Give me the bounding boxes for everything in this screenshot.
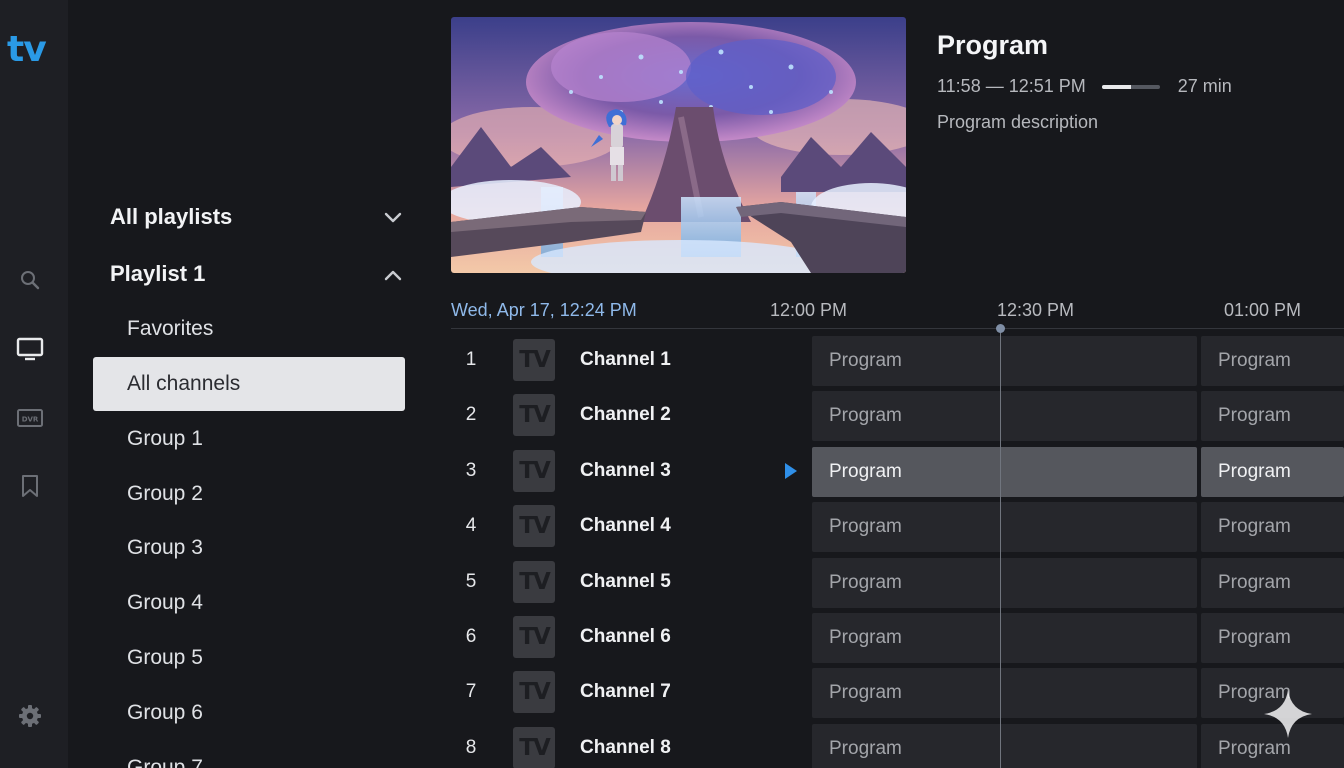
playlist-item-label: Group 2 xyxy=(127,482,203,505)
current-time-marker xyxy=(996,324,1005,333)
channel-number: 5 xyxy=(465,571,477,592)
channel-logo: TV xyxy=(513,394,555,436)
program-description: Program description xyxy=(937,112,1099,132)
sparkle-icon xyxy=(1262,688,1314,740)
channel-row[interactable]: 2 TV Channel 2 Program Program xyxy=(451,389,1344,441)
play-indicator-icon xyxy=(785,463,797,479)
program-time-range: 11:58 — 12:51 PM xyxy=(937,76,1086,96)
channel-row[interactable]: 3 TV Channel 3 Program Program xyxy=(451,445,1344,497)
program-title: Program xyxy=(937,30,1049,60)
playlist-item-group-1[interactable]: Group 1 xyxy=(93,412,405,466)
channel-logo: TV xyxy=(513,616,555,658)
program-cell[interactable]: Program xyxy=(812,391,1197,441)
channel-number: 4 xyxy=(465,515,477,536)
all-playlists-toggle[interactable]: All playlists xyxy=(110,197,410,237)
playlist-item-label: Group 7 xyxy=(127,756,203,768)
playlist-item-group-4[interactable]: Group 4 xyxy=(93,576,405,630)
channel-row[interactable]: 8 TV Channel 8 Program Program xyxy=(451,722,1344,768)
channel-name: Channel 4 xyxy=(580,515,671,536)
program-time-row: 11:58 — 12:51 PM 27 min xyxy=(937,76,1232,97)
program-cell[interactable]: Program xyxy=(812,724,1197,768)
search-icon[interactable] xyxy=(14,264,46,296)
playlist-1-label: Playlist 1 xyxy=(110,261,206,286)
channel-name: Channel 6 xyxy=(580,626,671,647)
channel-row[interactable]: 5 TV Channel 5 Program Program xyxy=(451,556,1344,608)
program-cell[interactable]: Program xyxy=(812,558,1197,608)
playlist-item-label: Group 1 xyxy=(127,427,203,450)
svg-text:DVR: DVR xyxy=(22,416,39,424)
channel-row[interactable]: 6 TV Channel 6 Program Program xyxy=(451,611,1344,663)
channel-logo: TV xyxy=(513,450,555,492)
chevron-up-icon xyxy=(384,261,402,287)
program-preview-image[interactable] xyxy=(451,17,906,273)
bookmark-icon[interactable] xyxy=(14,470,46,502)
channel-logo: TV xyxy=(513,561,555,603)
nav-rail: tv DVR xyxy=(0,0,68,768)
program-cell[interactable]: Program xyxy=(1201,391,1344,441)
channel-logo: TV xyxy=(513,671,555,713)
app-logo: tv xyxy=(7,29,47,70)
channel-name: Channel 7 xyxy=(580,681,671,702)
channel-logo: TV xyxy=(513,339,555,381)
program-cell[interactable]: Program xyxy=(1201,502,1344,552)
channel-row[interactable]: 1 TV Channel 1 Program Program xyxy=(451,334,1344,386)
playlist-item-group-6[interactable]: Group 6 xyxy=(93,686,405,740)
channel-number: 6 xyxy=(465,626,477,647)
playlist-1-toggle[interactable]: Playlist 1 xyxy=(110,254,410,294)
playlist-item-group-3[interactable]: Group 3 xyxy=(93,521,405,575)
program-cell[interactable]: Program xyxy=(812,447,1197,497)
playlist-item-label: Group 4 xyxy=(127,591,203,614)
program-remaining: 27 min xyxy=(1177,76,1232,96)
program-cell[interactable]: Program xyxy=(812,502,1197,552)
channel-number: 3 xyxy=(465,460,477,481)
time-slot-label: 12:00 PM xyxy=(770,300,848,320)
program-cell[interactable]: Program xyxy=(812,613,1197,663)
playlist-item-label: All channels xyxy=(127,372,241,395)
channel-row[interactable]: 7 TV Channel 7 Program Program xyxy=(451,666,1344,718)
current-time-line xyxy=(1000,328,1001,768)
all-playlists-label: All playlists xyxy=(110,204,233,229)
channel-number: 1 xyxy=(465,349,477,370)
playlist-item-label: Group 3 xyxy=(127,536,203,559)
dvr-icon[interactable]: DVR xyxy=(14,402,46,434)
program-cell[interactable]: Program xyxy=(1201,447,1344,497)
settings-icon[interactable] xyxy=(14,700,46,732)
program-cell[interactable]: Program xyxy=(1201,613,1344,663)
channel-logo: TV xyxy=(513,505,555,547)
channel-name: Channel 8 xyxy=(580,737,671,758)
chevron-down-icon xyxy=(384,204,402,230)
program-progress-fill xyxy=(1101,84,1131,89)
playlist-item-favorites[interactable]: Favorites xyxy=(93,302,405,356)
playlist-item-group-5[interactable]: Group 5 xyxy=(93,631,405,685)
time-slot-label: 12:30 PM xyxy=(997,300,1075,320)
playlist-item-label: Group 5 xyxy=(127,646,203,669)
playlist-item-group-7[interactable]: Group 7 xyxy=(93,741,405,768)
program-cell[interactable]: Program xyxy=(812,336,1197,386)
channel-number: 7 xyxy=(465,681,477,702)
channel-number: 2 xyxy=(465,404,477,425)
channel-name: Channel 3 xyxy=(580,460,671,481)
program-progress-bar xyxy=(1101,84,1160,89)
channel-row[interactable]: 4 TV Channel 4 Program Program xyxy=(451,500,1344,552)
playlist-item-label: Group 6 xyxy=(127,701,203,724)
channel-number: 8 xyxy=(465,737,477,758)
program-cell[interactable]: Program xyxy=(1201,336,1344,386)
tv-icon[interactable] xyxy=(14,333,46,365)
channel-logo: TV xyxy=(513,727,555,768)
playlist-panel: All playlists Playlist 1 Favorites All c… xyxy=(68,0,440,768)
channel-name: Channel 5 xyxy=(580,571,671,592)
playlist-item-group-2[interactable]: Group 2 xyxy=(93,467,405,521)
timeline-divider xyxy=(451,328,1344,329)
program-cell[interactable]: Program xyxy=(812,668,1197,718)
playlist-item-label: Favorites xyxy=(127,317,214,340)
time-slot-label: 01:00 PM xyxy=(1224,300,1302,320)
channel-name: Channel 1 xyxy=(580,349,671,370)
channel-name: Channel 2 xyxy=(580,404,671,425)
playlist-item-all-channels[interactable]: All channels xyxy=(93,357,405,411)
guide-date-time: Wed, Apr 17, 12:24 PM xyxy=(451,300,637,320)
program-cell[interactable]: Program xyxy=(1201,558,1344,608)
